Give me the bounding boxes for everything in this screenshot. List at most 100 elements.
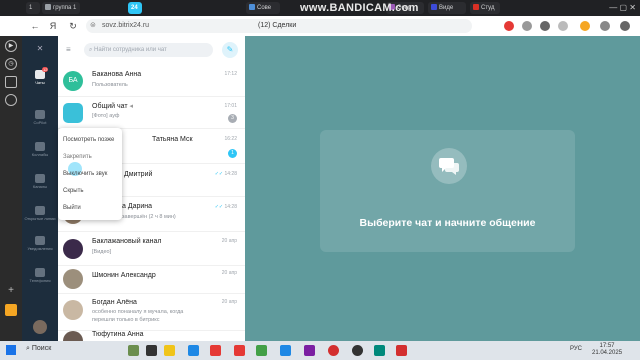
- sidebar-item-collabs[interactable]: Коллабы: [22, 142, 58, 157]
- app-icon[interactable]: [128, 345, 139, 356]
- chat-list-item[interactable]: Общий чат ◂ [Фото] ауф 17:01 3: [58, 98, 245, 129]
- app-icon[interactable]: [188, 345, 199, 356]
- group-icon: [45, 4, 51, 11]
- unread-badge: 12: [42, 67, 49, 72]
- avatar: БА: [63, 71, 83, 91]
- windows-start-icon[interactable]: [6, 345, 16, 355]
- phone-icon: [35, 268, 45, 277]
- avatar: [63, 331, 83, 341]
- sidebar-item-copilot[interactable]: CoPilot: [22, 110, 58, 125]
- app-icon[interactable]: [304, 345, 315, 356]
- extension-icon[interactable]: [522, 21, 532, 31]
- search-placeholder: Найти сотрудника или чат: [94, 47, 167, 53]
- address-bar-row: ← Я ↻ ⊜ sovz.bitrix24.ru (12) Сделки: [0, 16, 640, 37]
- back-icon[interactable]: ←: [28, 19, 42, 33]
- app-icon[interactable]: [5, 304, 17, 316]
- chat-list-item[interactable]: Богдан Алёна особенно понаналу я мучала,…: [58, 294, 245, 331]
- tab-group-1[interactable]: группа 1: [42, 2, 80, 14]
- app-icon[interactable]: [280, 345, 291, 356]
- app-icon[interactable]: [374, 345, 385, 356]
- tab-video[interactable]: Виде: [428, 2, 466, 14]
- unread-badge: 1: [228, 149, 237, 158]
- chat-list-item[interactable]: Шмонин Александр 20 апр: [58, 265, 245, 294]
- tab-bitrix24[interactable]: 24: [128, 2, 142, 14]
- clock-icon[interactable]: ◷: [5, 58, 17, 70]
- avatar: [63, 269, 83, 289]
- site-icon: [431, 4, 437, 11]
- menu-item-hide[interactable]: Скрыть: [63, 188, 83, 194]
- menu-icon[interactable]: [620, 21, 630, 31]
- app-icon[interactable]: [396, 345, 407, 356]
- app-icon[interactable]: [234, 345, 245, 356]
- chat-main-area: Выберите чат и начните общение: [245, 36, 640, 341]
- chat-list-item[interactable]: Тюфутина Анна: [58, 330, 245, 341]
- sidebar-item-chats[interactable]: Чаты 12: [22, 67, 58, 85]
- extension-icon[interactable]: [504, 21, 514, 31]
- collab-icon: [35, 142, 45, 151]
- empty-state: Выберите чат и начните общение: [320, 130, 575, 252]
- open-lines-icon: [35, 206, 45, 215]
- chat-bubble-icon: [431, 148, 467, 184]
- site-icon: [473, 4, 479, 11]
- filter-icon[interactable]: ≡: [66, 45, 71, 54]
- add-icon[interactable]: +: [5, 286, 17, 298]
- site-icon: [249, 4, 255, 11]
- chat-list-item[interactable]: БА Баканова Анна Пользователь 17:12: [58, 66, 245, 97]
- sidebar-item-channels[interactable]: Каналы: [22, 174, 58, 189]
- taskbar-search[interactable]: ⌕ Поиск: [26, 345, 51, 353]
- tab-sovet[interactable]: Сове: [246, 2, 280, 14]
- profile-icon[interactable]: [580, 21, 590, 31]
- app-icon[interactable]: [5, 76, 17, 88]
- tab-1[interactable]: 1: [26, 2, 40, 14]
- empty-state-text: Выберите чат и начните общение: [359, 217, 536, 229]
- reload-icon[interactable]: ↻: [66, 19, 80, 33]
- bandicam-watermark: www.BANDICAM.com: [300, 2, 419, 14]
- sidebar-item-notifications[interactable]: Уведомления: [22, 236, 58, 251]
- sidebar-item-open-lines[interactable]: Открытые линии: [22, 206, 58, 221]
- app-icon[interactable]: [146, 345, 157, 356]
- browser-side-panel: ▶ ◷ +: [0, 36, 22, 341]
- site-info-icon[interactable]: ⊜: [90, 19, 96, 33]
- menu-item-mute[interactable]: Выключить звук: [63, 171, 107, 177]
- clock[interactable]: 17:57 21.04.2025: [592, 343, 622, 357]
- search-input[interactable]: ⌕ Найти сотрудника или чат: [84, 43, 213, 57]
- url-field[interactable]: ⊜ sovz.bitrix24.ru (12) Сделки: [86, 19, 472, 33]
- app-icon[interactable]: [328, 345, 339, 356]
- yandex-icon[interactable]: [210, 345, 221, 356]
- url-text: sovz.bitrix24.ru: [102, 22, 150, 29]
- bitrix-sidebar: ✕ Чаты 12 CoPilot Коллабы Каналы Открыты…: [22, 36, 58, 341]
- unread-badge: 3: [228, 114, 237, 123]
- read-check-icon: ✓✓: [214, 204, 224, 210]
- app-icon[interactable]: [5, 94, 17, 106]
- close-icon[interactable]: ✕: [22, 44, 58, 53]
- avatar[interactable]: [33, 320, 47, 334]
- group-chat-icon: [63, 103, 83, 123]
- avatar: [63, 300, 83, 320]
- channel-icon: [35, 174, 45, 183]
- menu-item-watch-later[interactable]: Посмотреть позже: [63, 137, 114, 143]
- extension-icon[interactable]: [540, 21, 550, 31]
- app-icon[interactable]: [352, 345, 363, 356]
- browser-tab-bar: 1 группа 1 24 Сове Совр Виде Студ www.BA…: [0, 0, 640, 16]
- downloads-icon[interactable]: [600, 21, 610, 31]
- tab-studio[interactable]: Студ: [470, 2, 500, 14]
- extension-icon[interactable]: [558, 21, 568, 31]
- os-taskbar: ⌕ Поиск РУС 17:57 21.04.2025: [0, 341, 640, 360]
- folder-icon[interactable]: [164, 345, 175, 356]
- yandex-icon[interactable]: Я: [46, 19, 60, 33]
- play-icon[interactable]: ▶: [5, 40, 17, 52]
- chat-context-menu: Посмотреть позже Закрепить Выключить зву…: [58, 128, 122, 220]
- muted-icon: ◂: [129, 103, 134, 110]
- new-chat-icon[interactable]: ✎: [222, 42, 238, 58]
- chat-list-item[interactable]: Баклажановый канал [Видео] 20 апр: [58, 233, 245, 266]
- page-title: (12) Сделки: [258, 22, 297, 29]
- search-icon: ⌕: [89, 47, 93, 53]
- window-controls[interactable]: — ▢ ✕: [609, 0, 636, 16]
- menu-item-pin[interactable]: Закрепить: [63, 154, 92, 160]
- language-indicator[interactable]: РУС: [570, 346, 582, 352]
- app-icon[interactable]: [256, 345, 267, 356]
- sidebar-item-telephony[interactable]: Телефония: [22, 268, 58, 283]
- menu-item-leave[interactable]: Выйти: [63, 205, 81, 211]
- bell-icon: [35, 236, 45, 245]
- read-check-icon: ✓✓: [214, 171, 224, 177]
